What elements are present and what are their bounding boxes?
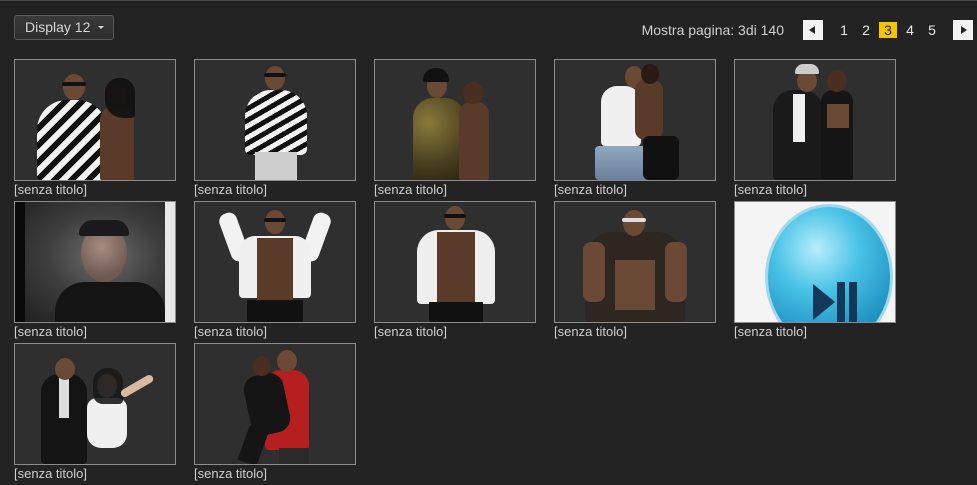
display-count-label: Display 12 [25, 19, 91, 35]
page-link-3-current[interactable]: 3 [879, 22, 897, 38]
item-caption[interactable]: [senza titolo] [554, 324, 716, 339]
item-caption[interactable]: [senza titolo] [734, 324, 896, 339]
gallery-page: Display 12 Mostra pagina: 3di 140 1 2 3 … [0, 0, 977, 485]
gallery-item: [senza titolo] [374, 59, 536, 201]
gallery-item: [senza titolo] [554, 201, 716, 343]
item-caption[interactable]: [senza titolo] [554, 182, 716, 197]
item-caption[interactable]: [senza titolo] [14, 324, 176, 339]
thumbnail-image[interactable] [14, 201, 176, 323]
gallery-item: [senza titolo] [734, 59, 896, 201]
thumbnail-image[interactable] [554, 201, 716, 323]
thumbnail-image[interactable] [554, 59, 716, 181]
gallery-item: [senza titolo] [734, 201, 896, 343]
thumbnail-image[interactable] [194, 201, 356, 323]
thumbnail-image[interactable] [734, 59, 896, 181]
item-caption[interactable]: [senza titolo] [734, 182, 896, 197]
pagination-label: Mostra pagina: 3di 140 [641, 22, 784, 38]
page-link-5[interactable]: 5 [923, 22, 941, 38]
thumbnail-image[interactable] [14, 343, 176, 465]
thumbnail-image[interactable] [374, 201, 536, 323]
thumbnail-image[interactable] [194, 343, 356, 465]
item-caption[interactable]: [senza titolo] [14, 466, 176, 481]
gallery-item: [senza titolo] [14, 343, 176, 485]
page-link-1[interactable]: 1 [835, 22, 853, 38]
gallery-item: [senza titolo] [14, 201, 176, 343]
thumbnail-image[interactable] [734, 201, 896, 323]
gallery-item: [senza titolo] [194, 201, 356, 343]
page-link-2[interactable]: 2 [857, 22, 875, 38]
item-caption[interactable]: [senza titolo] [194, 182, 356, 197]
thumbnail-image[interactable] [374, 59, 536, 181]
item-caption[interactable]: [senza titolo] [374, 324, 536, 339]
page-link-4[interactable]: 4 [901, 22, 919, 38]
gallery-item: [senza titolo] [194, 59, 356, 201]
thumbnail-image[interactable] [14, 59, 176, 181]
prev-page-arrow-icon[interactable] [803, 20, 823, 40]
item-caption[interactable]: [senza titolo] [194, 466, 356, 481]
next-page-arrow-icon[interactable] [953, 20, 973, 40]
pagination: Mostra pagina: 3di 140 1 2 3 4 5 [642, 19, 973, 41]
thumbnail-image[interactable] [194, 59, 356, 181]
gallery-item: [senza titolo] [194, 343, 356, 485]
gallery-item: [senza titolo] [554, 59, 716, 201]
gallery-item: [senza titolo] [374, 201, 536, 343]
gallery-item: [senza titolo] [14, 59, 176, 201]
item-caption[interactable]: [senza titolo] [374, 182, 536, 197]
item-caption[interactable]: [senza titolo] [14, 182, 176, 197]
item-caption[interactable]: [senza titolo] [194, 324, 356, 339]
display-count-dropdown[interactable]: Display 12 [14, 15, 114, 40]
thumbnail-grid: [senza titolo] [senza titolo] [senza tit… [14, 59, 914, 485]
caret-down-icon [98, 26, 104, 29]
